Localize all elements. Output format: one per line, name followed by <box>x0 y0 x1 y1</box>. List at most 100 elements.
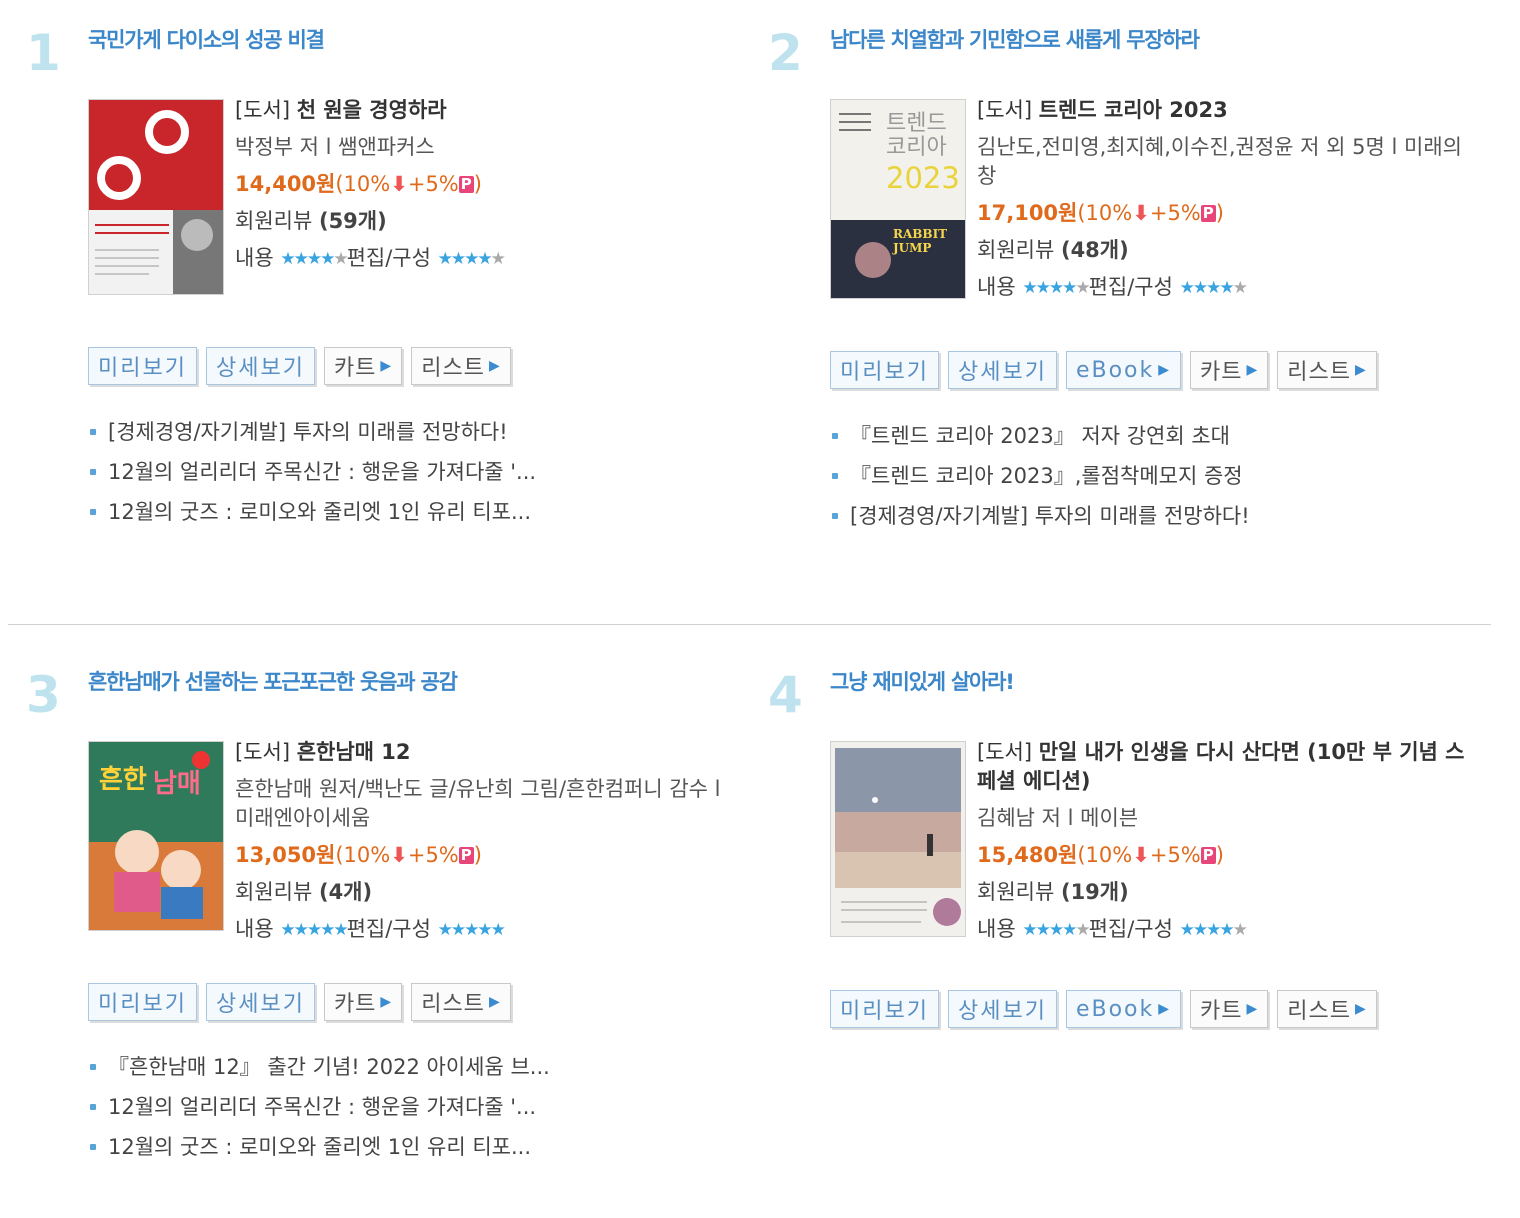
book-info: [도서] 천 원을 경영하라 박정부 저 l 쌤앤파커스 14,400원(10%… <box>235 96 735 282</box>
event-link[interactable]: 『트렌드 코리아 2023』,롤점착메모지 증정 <box>830 456 1250 496</box>
star-filled-icon: ★ <box>464 249 479 269</box>
book-title[interactable]: [도서] 천 원을 경영하라 <box>235 96 735 125</box>
detail-button[interactable]: 상세보기 <box>205 347 315 385</box>
preview-button[interactable]: 미리보기 <box>88 347 197 385</box>
svg-text:흔한: 흔한 <box>99 765 147 795</box>
chevron-right-icon: ▶ <box>1355 1001 1367 1017</box>
cover-art: 흔한 남매 <box>89 742 223 930</box>
star-filled-icon: ★ <box>477 920 492 940</box>
list-button[interactable]: 리스트 ▶ <box>411 983 511 1021</box>
rating-row: 내용 ★★★★★편집/구성 ★★★★★ <box>235 915 735 945</box>
detail-button[interactable]: 상세보기 <box>205 983 315 1021</box>
button-row: 미리보기 상세보기 카트 ▶ 리스트 ▶ <box>88 983 511 1021</box>
book-tagline[interactable]: 그냥 재미있게 살아라! <box>830 666 1015 696</box>
star-filled-icon: ★ <box>1048 920 1064 940</box>
star-filled-icon: ★ <box>1179 278 1195 298</box>
review-count[interactable]: 회원리뷰 (48개) <box>977 236 1477 265</box>
chevron-right-icon: ▶ <box>488 994 501 1010</box>
book-title[interactable]: [도서] 만일 내가 인생을 다시 산다면 (10만 부 기념 스페셜 에디션) <box>977 738 1477 796</box>
event-link[interactable]: 12월의 굿즈 : 로미오와 줄리엣 1인 유리 티포... <box>88 1127 550 1167</box>
book-cover[interactable] <box>88 99 224 295</box>
cart-button[interactable]: 카트 ▶ <box>323 347 403 385</box>
star-filled-icon: ★ <box>464 920 479 940</box>
star-filled-icon: ★ <box>1206 278 1221 298</box>
book-item-4: 4 그냥 재미있게 살아라! [도서] 만일 내가 인생을 다시 산다면 (10… <box>768 670 1488 1070</box>
star-filled-icon: ★ <box>1062 920 1077 940</box>
preview-button[interactable]: 미리보기 <box>830 351 939 389</box>
svg-text:JUMP: JUMP <box>892 241 931 255</box>
rank-number: 4 <box>768 666 803 724</box>
svg-text:트렌드: 트렌드 <box>886 111 947 136</box>
detail-button[interactable]: 상세보기 <box>947 351 1057 389</box>
book-info: [도서] 만일 내가 인생을 다시 산다면 (10만 부 기념 스페셜 에디션)… <box>977 738 1477 953</box>
ebook-button[interactable]: eBook ▶ <box>1065 990 1182 1028</box>
svg-text:코리아: 코리아 <box>886 135 947 160</box>
chevron-right-icon: ▶ <box>1158 362 1172 378</box>
cart-button[interactable]: 카트 ▶ <box>323 983 403 1021</box>
star-filled-icon: ★ <box>1062 278 1077 298</box>
book-tagline[interactable]: 남다른 치열함과 기민함으로 새롭게 무장하라 <box>830 24 1200 54</box>
list-button[interactable]: 리스트 ▶ <box>1277 351 1377 389</box>
preview-button[interactable]: 미리보기 <box>88 983 197 1021</box>
list-button[interactable]: 리스트 ▶ <box>411 347 511 385</box>
star-filled-icon: ★ <box>1219 278 1234 298</box>
detail-button[interactable]: 상세보기 <box>947 990 1057 1028</box>
content-stars: ★★★★★ <box>280 916 348 945</box>
book-item-2: 2 남다른 치열함과 기민함으로 새롭게 무장하라 트렌드 코리아 2023 R… <box>768 28 1488 588</box>
down-arrow-icon: ⬇ <box>1132 843 1150 867</box>
book-price: 15,480원(10%⬇+5% P) <box>977 843 1224 867</box>
rank-number: 2 <box>768 24 803 82</box>
event-link[interactable]: 『흔한남매 12』 출간 기념! 2022 아이세움 브... <box>88 1047 550 1087</box>
star-filled-icon: ★ <box>1192 920 1208 940</box>
book-tagline[interactable]: 국민가게 다이소의 성공 비결 <box>88 24 325 54</box>
chevron-right-icon: ▶ <box>1355 362 1367 378</box>
review-count[interactable]: 회원리뷰 (19개) <box>977 878 1477 907</box>
event-link[interactable]: [경제경영/자기계발] 투자의 미래를 전망하다! <box>88 412 536 452</box>
event-link[interactable]: 12월의 굿즈 : 로미오와 줄리엣 1인 유리 티포... <box>88 492 536 532</box>
book-cover[interactable]: 트렌드 코리아 2023 RABBIT JUMP <box>830 99 966 299</box>
cart-button[interactable]: 카트 ▶ <box>1190 990 1269 1028</box>
star-filled-icon: ★ <box>1192 278 1208 298</box>
event-link[interactable]: 『트렌드 코리아 2023』 저자 강연회 초대 <box>830 416 1250 456</box>
book-author[interactable]: 박정부 저 l 쌤앤파커스 <box>235 133 735 162</box>
button-row: 미리보기 상세보기 eBook ▶ 카트 ▶ 리스트 ▶ <box>830 351 1377 389</box>
cart-button[interactable]: 카트 ▶ <box>1190 351 1269 389</box>
book-cover[interactable] <box>830 741 966 937</box>
point-icon: P <box>1200 846 1216 864</box>
star-empty-icon: ★ <box>333 249 348 269</box>
svg-text:2023: 2023 <box>886 161 960 195</box>
book-author[interactable]: 김난도,전미영,최지혜,이수진,권정윤 저 외 5명 l 미래의창 <box>977 133 1477 191</box>
chevron-right-icon: ▶ <box>1158 1001 1172 1017</box>
book-title[interactable]: [도서] 흔한남매 12 <box>235 738 735 767</box>
preview-button[interactable]: 미리보기 <box>830 990 939 1028</box>
event-link[interactable]: 12월의 얼리리더 주목신간 : 행운을 가져다줄 '... <box>88 1087 550 1127</box>
rating-row: 내용 ★★★★★편집/구성 ★★★★★ <box>235 244 735 274</box>
star-filled-icon: ★ <box>1035 278 1051 298</box>
star-filled-icon: ★ <box>306 249 322 269</box>
down-arrow-icon: ⬇ <box>390 172 408 196</box>
book-price: 13,050원(10%⬇+5% P) <box>235 843 482 867</box>
star-filled-icon: ★ <box>1206 920 1221 940</box>
star-empty-icon: ★ <box>490 249 506 269</box>
star-filled-icon: ★ <box>490 920 506 940</box>
event-list: [경제경영/자기계발] 투자의 미래를 전망하다! 12월의 얼리리더 주목신간… <box>88 412 536 532</box>
book-price: 14,400원(10%⬇+5% P) <box>235 172 482 196</box>
book-author[interactable]: 흔한남매 원저/백난도 글/유난희 그림/흔한컴퍼니 감수 l 미래엔아이세움 <box>235 775 735 833</box>
chevron-right-icon: ▶ <box>1246 362 1259 378</box>
star-filled-icon: ★ <box>1022 278 1037 298</box>
review-count[interactable]: 회원리뷰 (4개) <box>235 878 735 907</box>
cover-art <box>89 100 223 294</box>
cover-art: 트렌드 코리아 2023 RABBIT JUMP <box>831 100 965 298</box>
star-filled-icon: ★ <box>1219 920 1234 940</box>
book-title[interactable]: [도서] 트렌드 코리아 2023 <box>977 96 1477 125</box>
ebook-button[interactable]: eBook ▶ <box>1065 351 1182 389</box>
review-count[interactable]: 회원리뷰 (59개) <box>235 207 735 236</box>
star-filled-icon: ★ <box>293 249 309 269</box>
event-link[interactable]: 12월의 얼리리더 주목신간 : 행운을 가져다줄 '... <box>88 452 536 492</box>
book-cover[interactable]: 흔한 남매 <box>88 741 224 931</box>
content-stars: ★★★★★ <box>280 245 348 274</box>
list-button[interactable]: 리스트 ▶ <box>1277 990 1377 1028</box>
book-author[interactable]: 김혜남 저 l 메이븐 <box>977 804 1477 833</box>
event-link[interactable]: [경제경영/자기계발] 투자의 미래를 전망하다! <box>830 496 1250 536</box>
book-tagline[interactable]: 흔한남매가 선물하는 포근포근한 웃음과 공감 <box>88 666 458 696</box>
